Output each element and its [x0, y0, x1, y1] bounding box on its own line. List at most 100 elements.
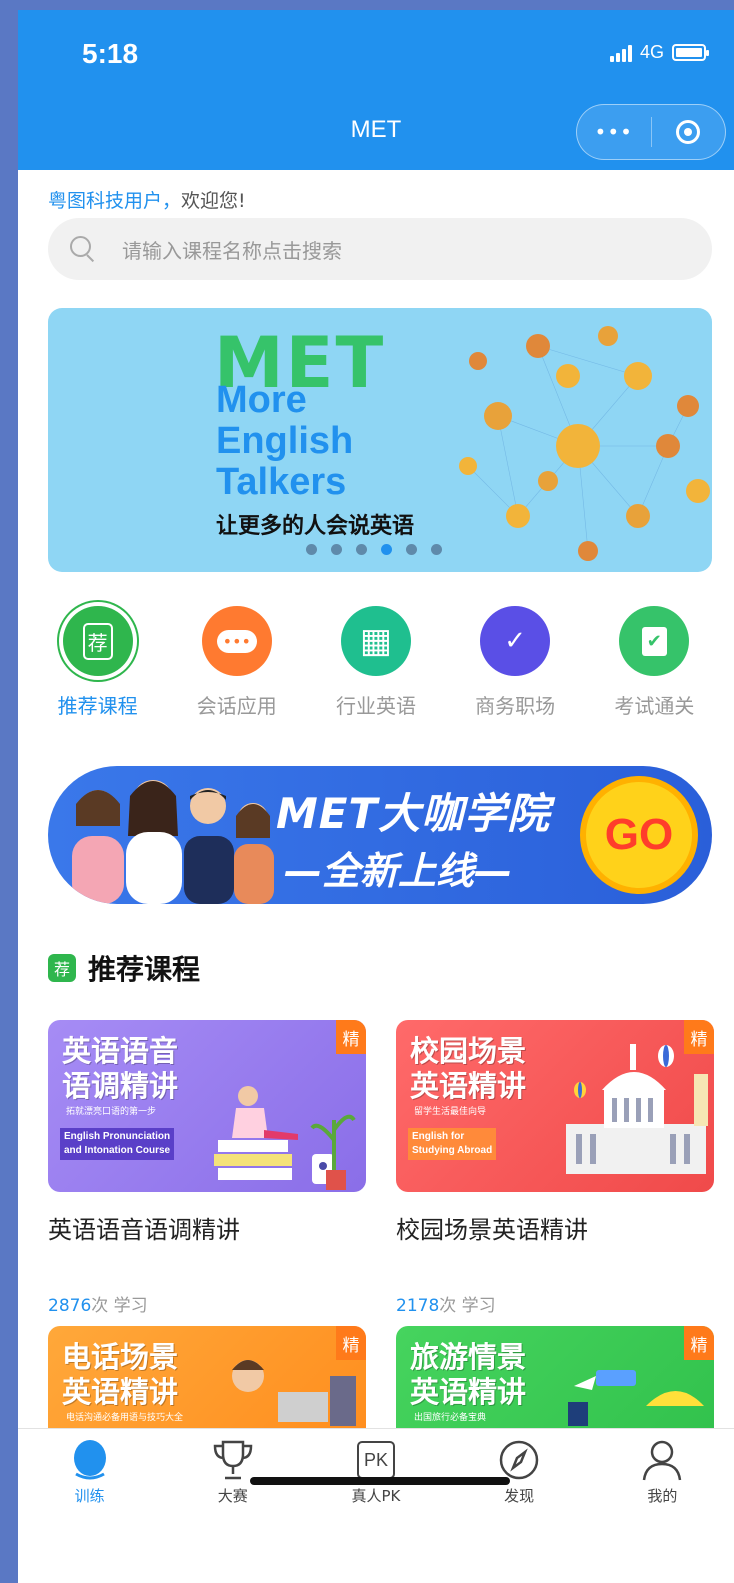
status-time: 5:18	[82, 38, 139, 69]
home-indicator[interactable]	[250, 1477, 510, 1485]
welcome-comma: ，	[162, 190, 182, 212]
exam-icon-glyph: ✔	[641, 626, 667, 656]
tab-label: 训练	[74, 1487, 105, 1505]
grid-icon-glyph: ▦	[359, 621, 393, 661]
course-card[interactable]: 校园场景 英语精讲 留学生活最佳向导 English for Studying …	[396, 1020, 714, 1316]
greeting: 欢迎您!	[181, 190, 246, 212]
recommend-icon: 荐	[62, 606, 133, 676]
thumb-title-line: 语调精讲	[62, 1069, 179, 1103]
tab-label: 真人PK	[351, 1487, 401, 1505]
thumb-title-line: 旅游情景	[410, 1340, 527, 1374]
promo-subtitle: —全新上线—	[284, 849, 513, 893]
carousel-dot[interactable]	[331, 544, 342, 555]
close-circle-icon	[676, 120, 701, 144]
study-count-suffix: 次 学习	[91, 1296, 148, 1316]
reading-illustration	[214, 1086, 356, 1190]
carousel-dot[interactable]	[406, 544, 417, 555]
tab-profile[interactable]: 我的	[602, 1437, 722, 1506]
carousel-dot[interactable]	[431, 544, 442, 555]
recommend-icon-glyph: 荐	[82, 622, 113, 660]
welcome-text: 粤图科技用户，欢迎您!	[48, 186, 246, 213]
carousel-dots	[306, 544, 442, 555]
thumb-title-line: 电话场景	[62, 1340, 179, 1374]
campus-illustration	[566, 1044, 708, 1174]
featured-badge: 精	[684, 1020, 714, 1054]
tab-label: 发现	[504, 1487, 535, 1505]
course-study-count: 2876次 学习	[48, 1291, 366, 1316]
tab-label: 大赛	[217, 1487, 248, 1505]
course-thumbnail: 英语语音 语调精讲 拓就漂亮口语的第一步 English Pronunciati…	[48, 1020, 366, 1192]
bottom-tab-bar: 训练 大赛 PK 真人PK 发现 我的	[18, 1428, 734, 1583]
recommend-badge-icon: 荐	[48, 954, 76, 982]
carousel-dot[interactable]	[306, 544, 317, 555]
carousel-dot-active[interactable]	[381, 544, 392, 555]
more-icon: •••	[594, 120, 633, 144]
username: 粤图科技用户	[48, 190, 163, 212]
business-icon: ✓	[480, 606, 551, 676]
chat-icon-glyph: •••	[216, 629, 257, 653]
thumb-english-tag: English Pronunciation and Intonation Cou…	[60, 1128, 175, 1160]
more-menu-button[interactable]: •••	[577, 120, 651, 144]
course-study-count: 2178次 学习	[396, 1291, 714, 1316]
tagline-more: More	[216, 379, 307, 421]
category-label: 行业英语	[335, 694, 416, 718]
category-industry[interactable]: ▦ 行业英语	[316, 606, 436, 719]
category-exam[interactable]: ✔ 考试通关	[594, 606, 714, 719]
tab-discover[interactable]: 发现	[459, 1437, 579, 1506]
grid-icon: ▦	[340, 606, 411, 676]
go-button[interactable]: GO	[580, 776, 698, 894]
banner-tagline: More English Talkers	[216, 380, 353, 503]
thumb-en-line: Studying Abroad	[412, 1145, 493, 1156]
section-title: 推荐课程	[88, 953, 201, 986]
tab-train[interactable]: 训练	[30, 1437, 150, 1506]
thumb-title-line: 英语精讲	[410, 1375, 527, 1409]
thumb-subtitle: 拓就漂亮口语的第一步	[66, 1107, 157, 1117]
featured-badge: 精	[336, 1326, 366, 1360]
train-icon	[68, 1437, 112, 1483]
tagline-talkers: Talkers	[216, 461, 347, 503]
miniprogram-capsule: •••	[576, 104, 726, 160]
category-label: 会话应用	[196, 694, 277, 718]
carousel-dot[interactable]	[356, 544, 367, 555]
business-icon-glyph: ✓	[504, 626, 527, 656]
category-business[interactable]: ✓ 商务职场	[455, 606, 575, 719]
network-type: 4G	[639, 42, 664, 62]
category-label: 考试通关	[614, 694, 695, 718]
tab-pk[interactable]: PK 真人PK	[316, 1437, 436, 1506]
promo-title: MET大咖学院	[276, 789, 551, 838]
study-count-suffix: 次 学习	[439, 1296, 496, 1316]
tab-contest[interactable]: 大赛	[173, 1437, 293, 1506]
category-conversation[interactable]: ••• 会话应用	[177, 606, 297, 719]
thumb-title-line: 校园场景	[410, 1034, 527, 1068]
top-bar: 5:18 4G MET •••	[18, 10, 734, 170]
thumb-title: 校园场景 英语精讲	[410, 1034, 526, 1104]
tab-label: 我的	[647, 1487, 678, 1505]
hero-banner[interactable]: MET More English Talkers 让更多的人会说英语	[48, 308, 712, 572]
category-label: 推荐课程	[57, 694, 138, 718]
close-miniprogram-button[interactable]	[652, 120, 726, 144]
search-icon	[70, 236, 96, 262]
category-label: 商务职场	[475, 694, 556, 718]
course-name: 校园场景英语精讲	[396, 1216, 588, 1244]
course-name: 英语语音语调精讲	[48, 1216, 240, 1244]
signal-icon	[609, 44, 632, 62]
thumb-title-line: 英语精讲	[62, 1375, 179, 1409]
search-input[interactable]: 请输入课程名称点击搜索	[48, 218, 712, 280]
promo-banner[interactable]: MET大咖学院 —全新上线— GO	[48, 766, 712, 904]
thumb-title-line: 英语精讲	[410, 1069, 527, 1103]
section-header: 荐 推荐课程	[48, 948, 200, 988]
chat-icon: •••	[201, 606, 272, 676]
trophy-icon	[211, 1437, 255, 1483]
battery-icon	[672, 44, 709, 61]
thumb-subtitle: 电话沟通必备用语与技巧大全	[66, 1413, 184, 1423]
status-indicators: 4G	[609, 42, 709, 63]
course-card[interactable]: 英语语音 语调精讲 拓就漂亮口语的第一步 English Pronunciati…	[48, 1020, 366, 1316]
banner-subtitle: 让更多的人会说英语	[216, 514, 415, 539]
category-recommend[interactable]: 荐 推荐课程	[38, 606, 158, 719]
tagline-english: English	[216, 420, 354, 462]
thumb-english-tag: English for Studying Abroad	[408, 1128, 497, 1160]
thumb-title: 电话场景 英语精讲	[62, 1340, 178, 1410]
thumb-title-line: 英语语音	[62, 1034, 179, 1068]
study-count-number: 2876	[48, 1296, 92, 1316]
exam-icon: ✔	[619, 606, 690, 676]
